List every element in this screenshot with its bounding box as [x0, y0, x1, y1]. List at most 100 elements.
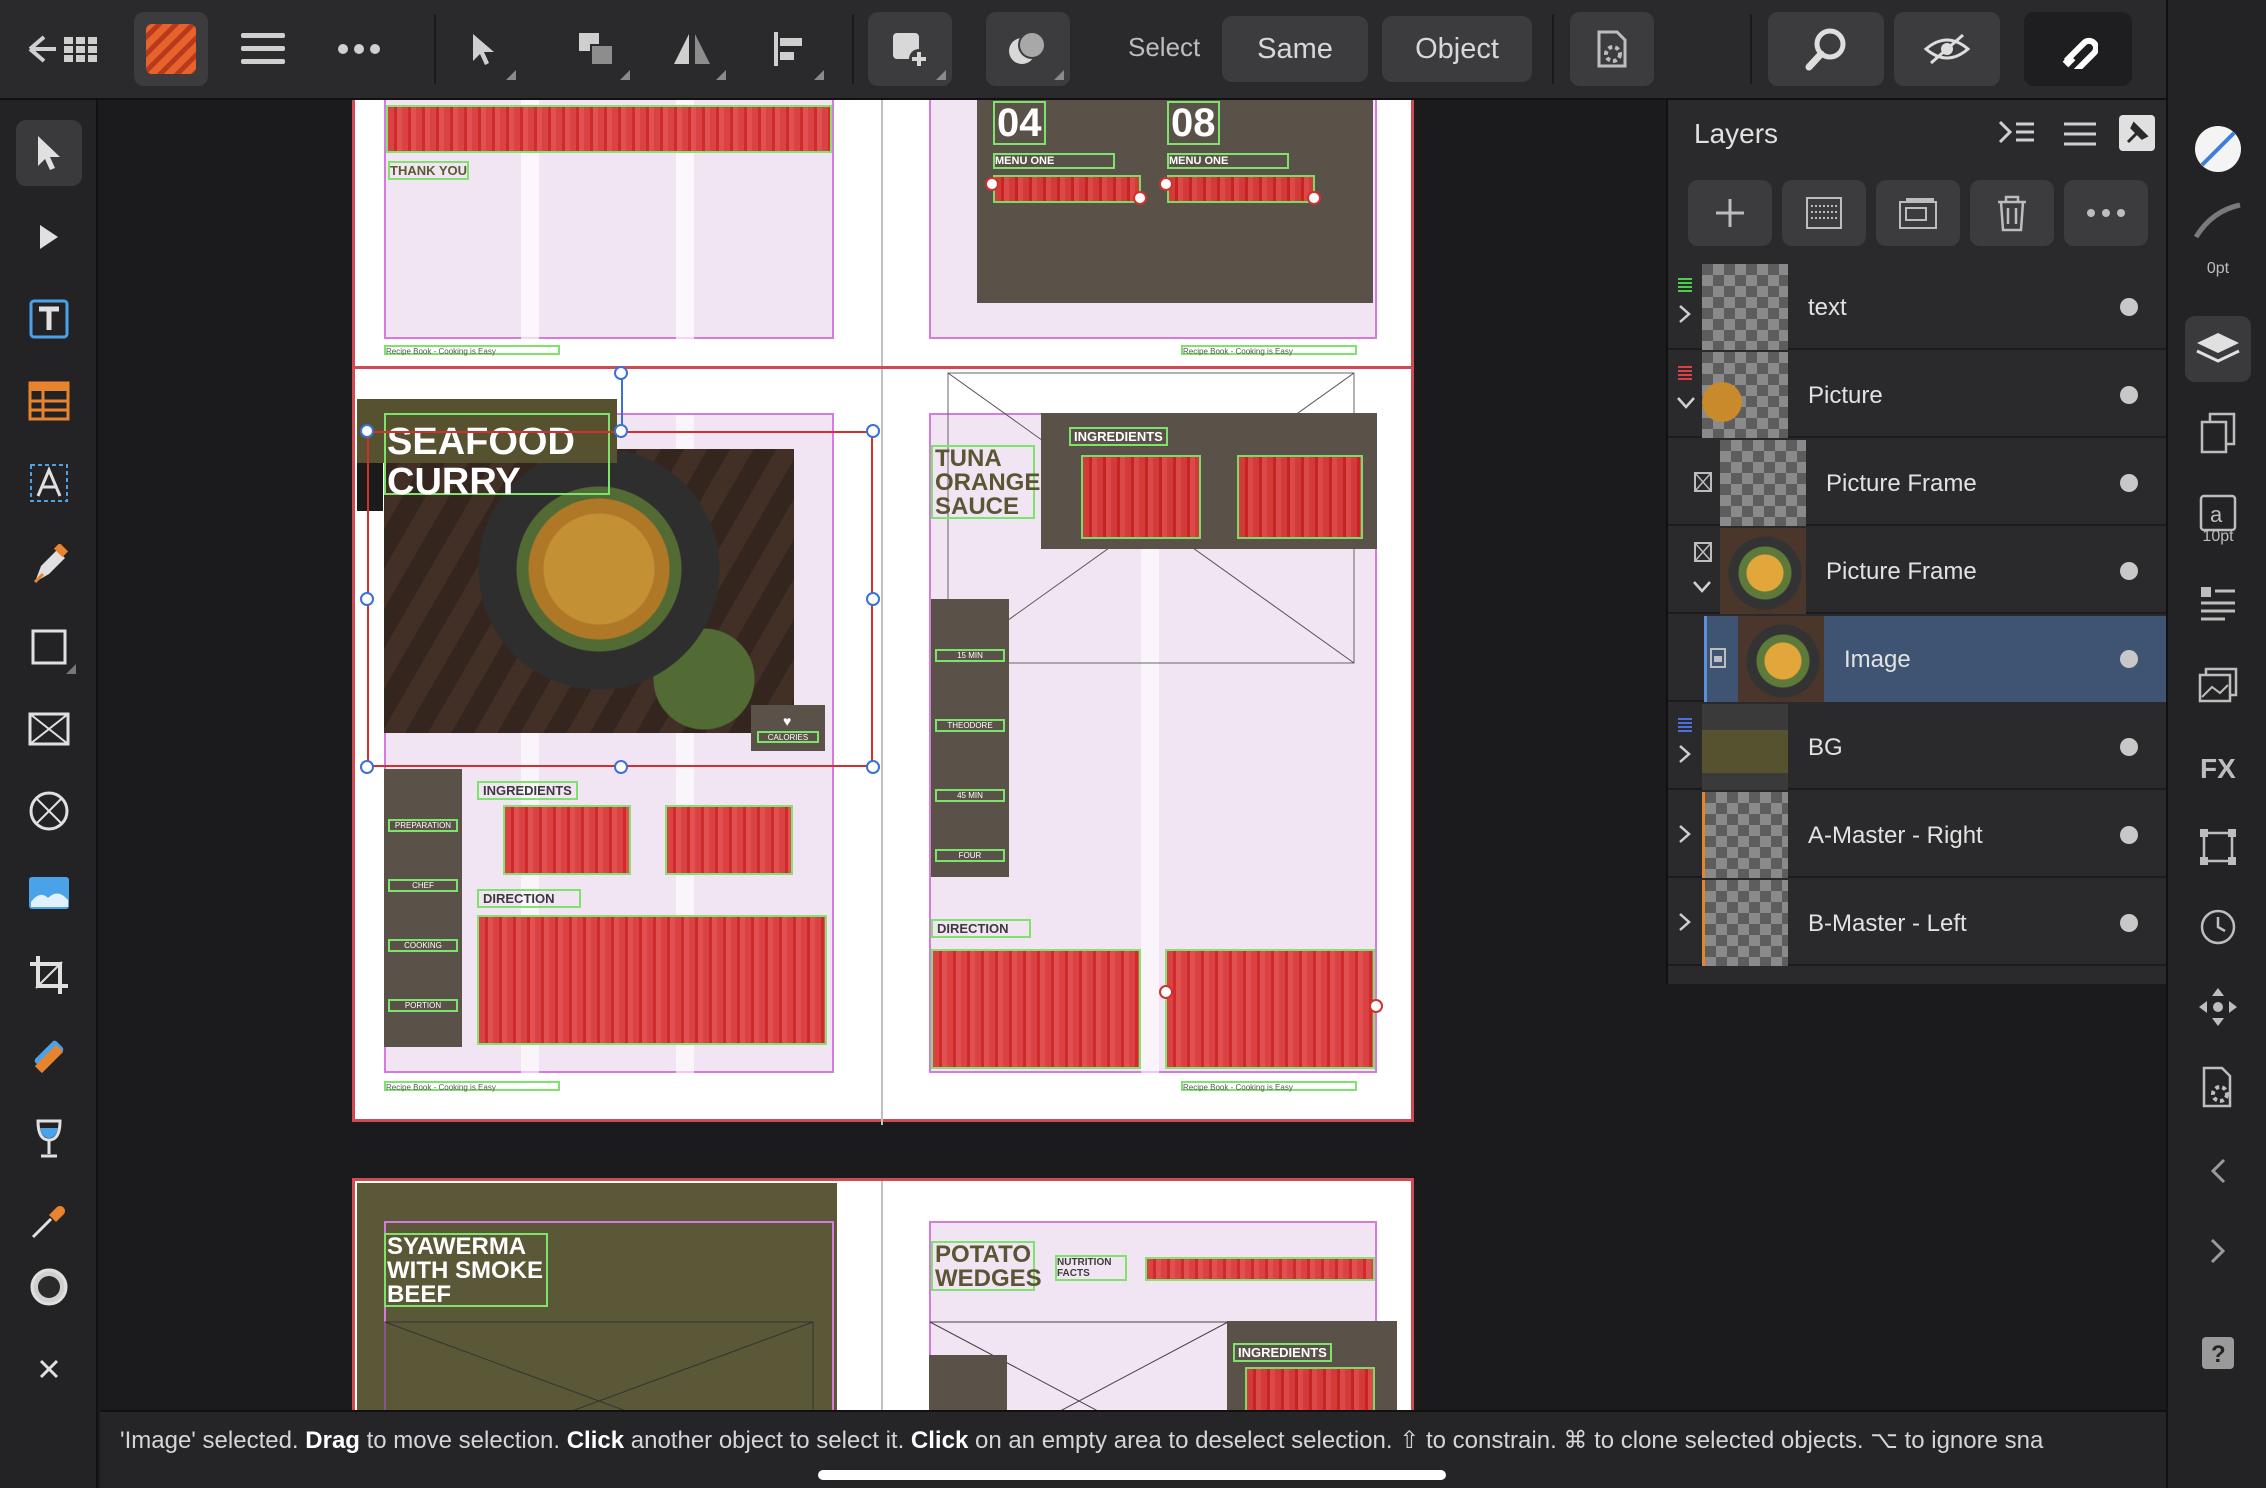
selection-settings-button[interactable] — [1570, 12, 1654, 86]
persona-button[interactable] — [134, 12, 208, 86]
layer-row-b-master[interactable]: B-Master - Left — [1668, 880, 2168, 966]
ingredients-list[interactable] — [1081, 455, 1201, 539]
ingredients-list[interactable] — [503, 805, 631, 875]
menu-button[interactable] — [226, 12, 300, 86]
visibility-dot[interactable] — [2120, 386, 2138, 404]
previous-studio-button[interactable] — [2185, 1138, 2251, 1204]
transparency-tool[interactable] — [16, 1106, 82, 1172]
layer-row-picture[interactable]: Picture — [1668, 352, 2168, 438]
add-mask-button[interactable] — [1876, 180, 1960, 246]
visibility-dot[interactable] — [2120, 650, 2138, 668]
chevron-right-icon[interactable] — [1678, 744, 1692, 764]
chevron-right-icon[interactable] — [1678, 304, 1692, 324]
layer-row-picture-frame[interactable]: Picture Frame — [1668, 440, 2168, 526]
delete-layer-button[interactable] — [1970, 180, 2054, 246]
selection-handle[interactable] — [360, 592, 374, 606]
pen-tool[interactable] — [16, 532, 82, 598]
spread-bottom[interactable]: SYAWERMA WITH SMOKE BEEF POTATO WEDGES N… — [352, 1178, 1414, 1410]
selection-bounds[interactable] — [367, 431, 873, 767]
rotate-handle[interactable] — [614, 366, 628, 380]
chevron-right-icon[interactable] — [1678, 912, 1692, 932]
visibility-dot[interactable] — [2120, 826, 2138, 844]
layer-options-button[interactable] — [2064, 180, 2148, 246]
stroke-swatch[interactable] — [2185, 188, 2251, 254]
preferences-studio-button[interactable] — [2185, 1054, 2251, 1120]
selection-handle[interactable] — [866, 760, 880, 774]
ingredients-list[interactable] — [1237, 455, 1363, 539]
selection-handle[interactable] — [360, 760, 374, 774]
layer-row-image[interactable]: Image — [1668, 616, 2168, 702]
boolean-button[interactable] — [986, 12, 1070, 86]
artistic-text-tool[interactable] — [16, 450, 82, 516]
visibility-dot[interactable] — [2120, 738, 2138, 756]
rectangle-tool[interactable] — [16, 614, 82, 680]
selection-handle[interactable] — [866, 592, 880, 606]
frame-text-tool[interactable] — [16, 286, 82, 352]
view-mode-button[interactable] — [1894, 12, 2000, 86]
ingredients-list[interactable] — [1245, 1367, 1375, 1410]
visibility-dot[interactable] — [2120, 914, 2138, 932]
next-studio-button[interactable] — [2185, 1218, 2251, 1284]
selection-handle[interactable] — [866, 424, 880, 438]
color-picker-tool[interactable] — [16, 1188, 82, 1254]
align-button[interactable] — [750, 12, 830, 86]
panel-menu-icon[interactable] — [2062, 120, 2098, 148]
resource-studio-button[interactable] — [2185, 652, 2251, 718]
fill-swatch[interactable] — [2185, 116, 2251, 182]
visibility-dot[interactable] — [2120, 474, 2138, 492]
paragraph-studio-button[interactable] — [2185, 570, 2251, 636]
table-tool[interactable] — [16, 368, 82, 434]
zoom-button[interactable] — [1768, 12, 1884, 86]
chevron-down-icon[interactable] — [1676, 396, 1696, 410]
node-tool[interactable] — [16, 204, 82, 270]
body-text-frame[interactable] — [386, 105, 832, 153]
picture-frame-tool[interactable] — [16, 696, 82, 762]
pages-studio-button[interactable] — [2185, 400, 2251, 466]
direction-text[interactable] — [1165, 949, 1375, 1069]
close-tools-button[interactable] — [16, 1336, 82, 1402]
fill-tool[interactable] — [16, 1024, 82, 1090]
selection-handle[interactable] — [614, 760, 628, 774]
nutrition-text[interactable] — [1145, 1257, 1375, 1281]
pin-panel-icon[interactable] — [2118, 114, 2156, 152]
add-layer-button[interactable] — [1688, 180, 1772, 246]
navigator-studio-button[interactable] — [2185, 974, 2251, 1040]
layer-row-picture-frame[interactable]: Picture Frame — [1668, 528, 2168, 614]
visibility-dot[interactable] — [2120, 562, 2138, 580]
flip-button[interactable] — [652, 12, 732, 86]
layer-row-text[interactable]: text — [1668, 264, 2168, 350]
visibility-dot[interactable] — [2120, 298, 2138, 316]
ellipse-frame-tool[interactable] — [16, 778, 82, 844]
chevron-right-icon[interactable] — [1678, 824, 1692, 844]
spread-middle[interactable]: CALORIES ♥ SEAFOOD CURRY PREPARATION CHE… — [352, 366, 1414, 1125]
move-button[interactable] — [442, 12, 522, 86]
select-object-button[interactable]: Object — [1382, 16, 1532, 82]
layers-studio-button[interactable] — [2185, 316, 2251, 382]
direction-text[interactable] — [931, 949, 1141, 1069]
menu-text-frame[interactable] — [993, 175, 1141, 203]
effects-studio-button[interactable]: FX — [2185, 734, 2251, 800]
place-image-tool[interactable] — [16, 860, 82, 926]
selection-handle[interactable] — [614, 424, 628, 438]
back-grid-button[interactable] — [16, 12, 112, 86]
direction-text[interactable] — [477, 915, 827, 1045]
spread-top[interactable]: THANK YOU Recipe Book - Cooking is Easy … — [352, 100, 1414, 406]
document-canvas[interactable]: THANK YOU Recipe Book - Cooking is Easy … — [100, 100, 1666, 1410]
layer-row-bg[interactable]: BG — [1668, 704, 2168, 790]
select-same-button[interactable]: Same — [1222, 16, 1368, 82]
empty-picture-frame[interactable] — [384, 1321, 814, 1410]
ingredients-list[interactable] — [665, 805, 793, 875]
history-studio-button[interactable] — [2185, 894, 2251, 960]
help-button[interactable]: ? — [2185, 1320, 2251, 1386]
crop-tool[interactable] — [16, 942, 82, 1008]
insert-button[interactable] — [868, 12, 952, 86]
move-tool[interactable] — [16, 120, 82, 186]
transform-studio-button[interactable] — [2185, 814, 2251, 880]
color-well[interactable] — [16, 1254, 82, 1320]
snapping-button[interactable] — [2024, 12, 2132, 86]
menu-text-frame[interactable] — [1167, 175, 1315, 203]
add-pixel-layer-button[interactable] — [1782, 180, 1866, 246]
chevron-down-icon[interactable] — [1692, 580, 1712, 594]
layer-row-a-master[interactable]: A-Master - Right — [1668, 792, 2168, 878]
selection-handle[interactable] — [360, 424, 374, 438]
